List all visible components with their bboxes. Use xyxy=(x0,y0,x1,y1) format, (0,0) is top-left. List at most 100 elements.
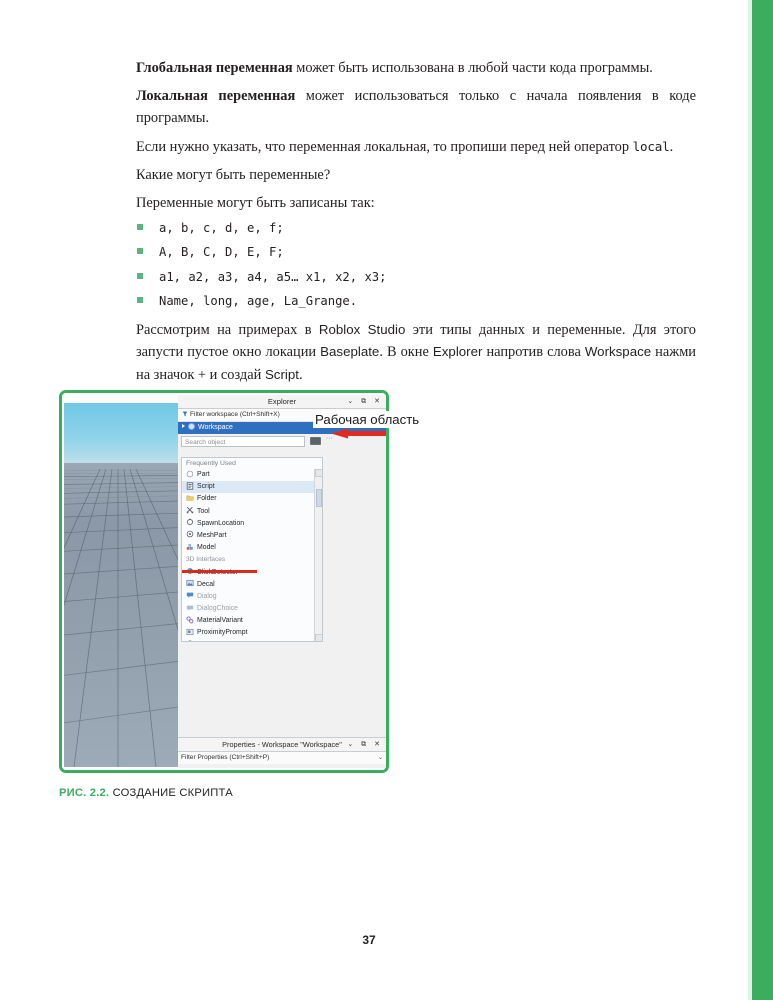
search-object-input[interactable]: Search object xyxy=(181,436,305,447)
figure-caption: РИС. 2.2. СОЗДАНИЕ СКРИПТА xyxy=(59,787,233,799)
keyboard-icon[interactable] xyxy=(310,437,321,445)
insert-item-decal[interactable]: Decal xyxy=(182,579,322,591)
p6-f: . xyxy=(298,366,303,383)
page-content: Глобальная переменная может быть использ… xyxy=(0,0,738,1000)
properties-filter-row[interactable]: Filter Properties (Ctrl+Shift+P) ⌄ xyxy=(178,752,386,764)
term-local-variable: Локальная переменная xyxy=(136,88,296,104)
explorer-panel-title: Explorer ⌄ ⧉ ✕ xyxy=(178,395,386,409)
studio-docked-panels: Explorer ⌄ ⧉ ✕ Filter workspace (Ctrl+Sh… xyxy=(178,395,386,768)
proximity-prompt-icon xyxy=(186,628,194,635)
figure-screenshot-frame: Explorer ⌄ ⧉ ✕ Filter workspace (Ctrl+Sh… xyxy=(59,390,389,773)
term-global-variable: Глобальная переменная xyxy=(136,60,293,76)
chevron-down-icon[interactable]: ⌄ xyxy=(378,752,383,764)
insert-item-model[interactable]: Model xyxy=(182,542,322,554)
red-underline-annotation xyxy=(182,570,257,573)
insert-object-list[interactable]: Frequently Used Part Script Folder Tool xyxy=(181,457,323,642)
insert-item-materialvariant[interactable]: MaterialVariant xyxy=(182,615,322,627)
paragraph-local-operator-a: Если нужно указать, что переменная локал… xyxy=(136,138,633,155)
funnel-icon xyxy=(182,411,188,417)
insert-item-dialogchoice[interactable]: DialogChoice xyxy=(182,603,322,615)
insert-item-label: Decal xyxy=(197,580,215,588)
paragraph-local-operator: Если нужно указать, что переменная локал… xyxy=(136,136,696,159)
roblox-studio-screenshot: Explorer ⌄ ⧉ ✕ Filter workspace (Ctrl+Sh… xyxy=(62,393,386,770)
variable-examples-list: a, b, c, d, e, f; A, B, C, D, E, F; a1, … xyxy=(136,221,696,308)
insert-item-label: MeshPart xyxy=(197,531,227,539)
dialog-icon xyxy=(186,592,194,599)
insert-list-group-3d-interfaces: 3D Interfaces xyxy=(186,556,226,564)
spawn-location-icon xyxy=(186,518,194,526)
insert-item-folder[interactable]: Folder xyxy=(182,493,322,505)
paragraph-question: Какие могут быть переменные? xyxy=(136,166,331,183)
page-edge-green-bar xyxy=(752,0,773,1000)
insert-item-label: Tool xyxy=(197,507,210,515)
list-item-label: Name, long, age, La_Grange. xyxy=(159,294,358,308)
properties-window-buttons[interactable]: ⌄ ⧉ ✕ xyxy=(347,738,383,751)
insert-item-label: ProximityPrompt xyxy=(197,629,248,637)
insert-item-proximityprompt[interactable]: ProximityPrompt xyxy=(182,627,322,639)
list-item: Name, long, age, La_Grange. xyxy=(136,294,696,308)
insert-item-label: Folder xyxy=(197,495,217,503)
list-item: a1, a2, a3, a4, a5… x1, x2, x3; xyxy=(136,270,696,284)
paragraph-intro-list: Переменные могут быть записаны так: xyxy=(136,194,375,211)
insert-item-surfaceappearance[interactable]: SurfaceAppearance xyxy=(182,640,322,641)
insert-list-scrollbar[interactable] xyxy=(314,469,322,641)
insert-item-tool[interactable]: Tool xyxy=(182,506,322,518)
explorer-filter-placeholder: Filter workspace (Ctrl+Shift+X) xyxy=(190,411,280,418)
chevron-right-icon[interactable] xyxy=(182,424,185,428)
p6-roblox: Roblox Studio xyxy=(318,321,406,337)
scroll-up-arrow-icon[interactable] xyxy=(315,469,322,477)
insert-list-group-frequently-used: Frequently Used xyxy=(182,458,322,469)
p6-explorer: Explorer xyxy=(432,344,483,359)
paragraph-global-variable: Глобальная переменная может быть использ… xyxy=(136,58,696,80)
script-icon xyxy=(186,482,194,490)
bullet-square-icon xyxy=(137,297,143,303)
model-icon xyxy=(186,543,193,550)
properties-panel-title: Properties - Workspace "Workspace" ⌄ ⧉ ✕ xyxy=(178,738,386,752)
insert-item-script[interactable]: Script xyxy=(182,481,322,494)
bullet-square-icon xyxy=(137,248,143,254)
part-icon xyxy=(186,470,194,477)
p6-a: Рассмотрим на примерах в xyxy=(136,321,319,338)
scroll-down-arrow-icon[interactable] xyxy=(315,634,322,641)
red-arrow-icon xyxy=(331,428,386,439)
bullet-square-icon xyxy=(137,272,143,279)
workspace-icon xyxy=(188,423,195,430)
insert-item-label: DialogChoice xyxy=(197,605,238,613)
paragraph-local-operator-b: . xyxy=(669,138,674,155)
bullet-square-icon xyxy=(137,223,143,230)
p6-script: Script xyxy=(264,366,299,382)
list-item-label: a, b, c, d, e, f; xyxy=(159,220,284,235)
p6-workspace: Workspace xyxy=(584,344,652,359)
decal-icon xyxy=(186,580,194,587)
annotation-workspace-label: Рабочая область xyxy=(313,411,422,428)
figure-caption-text: СОЗДАНИЕ СКРИПТА xyxy=(109,787,233,799)
figure-caption-number: РИС. 2.2. xyxy=(59,787,110,799)
code-local: local xyxy=(632,138,670,154)
properties-title-label: Properties - Workspace "Workspace" xyxy=(222,740,342,749)
insert-item-label: Script xyxy=(197,483,215,491)
insert-item-meshpart[interactable]: MeshPart xyxy=(182,530,322,542)
material-variant-icon xyxy=(186,616,194,624)
insert-item-spawnlocation[interactable]: SpawnLocation xyxy=(182,518,322,530)
insert-item-label: Model xyxy=(197,544,216,552)
explorer-window-buttons[interactable]: ⌄ ⧉ ✕ xyxy=(347,395,383,408)
page-number: 37 xyxy=(362,933,376,947)
list-item: a, b, c, d, e, f; xyxy=(136,221,696,235)
studio-3d-viewport[interactable] xyxy=(64,403,178,767)
p6-baseplate: Baseplate xyxy=(320,344,380,359)
insert-item-label: Part xyxy=(197,471,210,478)
baseplate-grid-icon xyxy=(64,468,178,767)
properties-filter-placeholder: Filter Properties (Ctrl+Shift+P) xyxy=(181,754,270,761)
body-text-block: Глобальная переменная может быть использ… xyxy=(136,58,696,393)
dialog-choice-icon xyxy=(186,605,194,611)
p6-c: . В окне xyxy=(379,344,433,360)
p6-d: напротив слова xyxy=(482,344,585,360)
insert-item-label: Dialog xyxy=(197,592,217,600)
insert-item-part[interactable]: Part xyxy=(182,469,322,481)
sky-gradient xyxy=(64,403,178,466)
explorer-tree-root-label: Workspace xyxy=(198,424,233,431)
mesh-part-icon xyxy=(186,531,194,538)
paragraph-global-variable-rest: может быть использована в любой части ко… xyxy=(292,60,653,76)
insert-item-dialog[interactable]: Dialog xyxy=(182,591,322,603)
scrollbar-thumb[interactable] xyxy=(316,489,322,507)
